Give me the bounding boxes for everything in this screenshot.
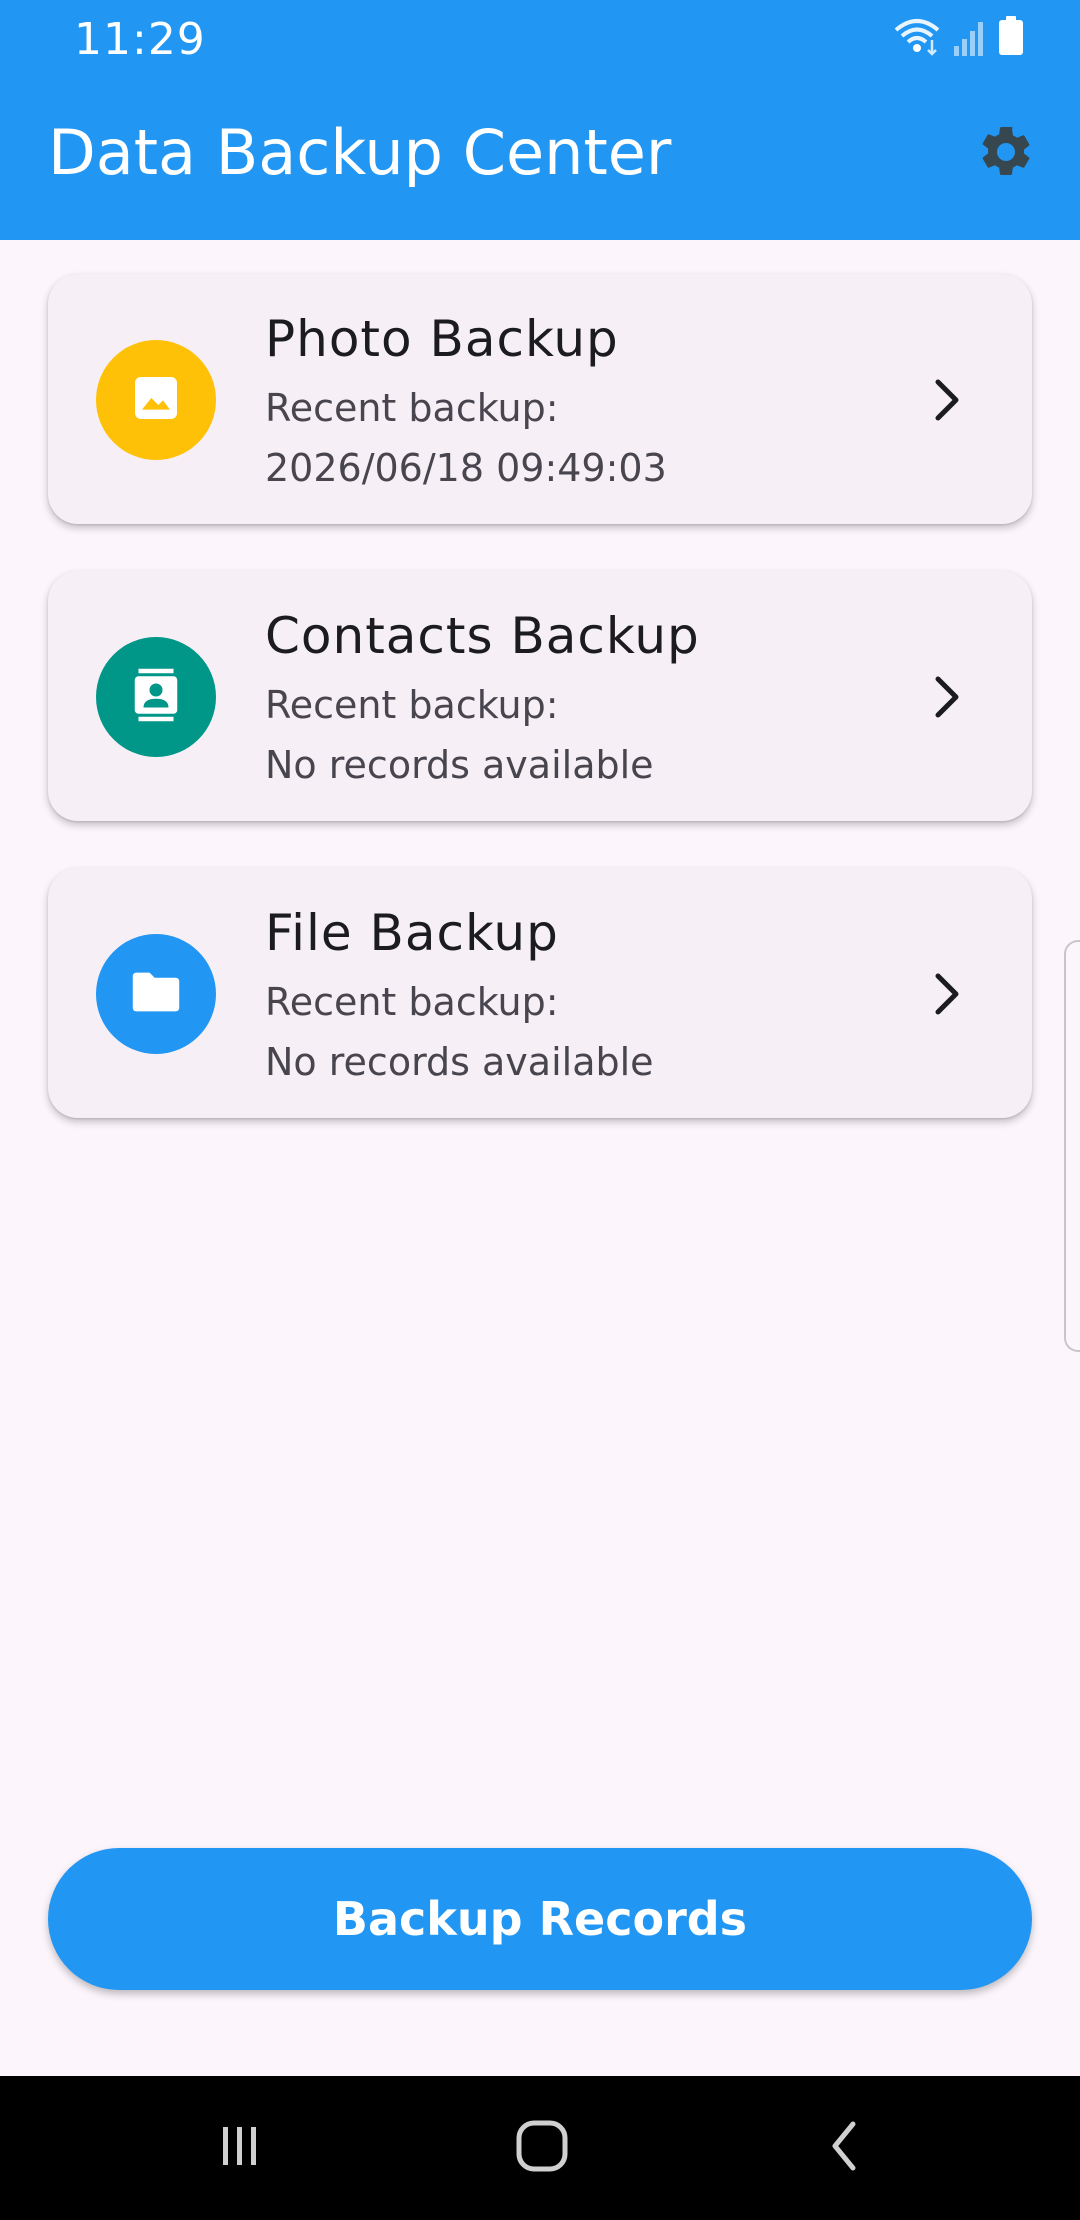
contact-icon [126, 665, 186, 730]
chevron-right-icon [916, 370, 976, 430]
card-subtitle-value: 2026/06/18 09:49:03 [265, 446, 667, 490]
photo-backup-card[interactable]: Photo Backup Recent backup: 2026/06/18 0… [48, 274, 1032, 524]
home-icon [514, 2118, 570, 2179]
recents-button[interactable] [190, 2098, 290, 2198]
back-button[interactable] [795, 2098, 895, 2198]
home-button[interactable] [492, 2098, 592, 2198]
card-title: Photo Backup [265, 310, 619, 368]
card-title: File Backup [265, 904, 559, 962]
status-icons [892, 16, 1024, 61]
contacts-backup-card[interactable]: Contacts Backup Recent backup: No record… [48, 571, 1032, 821]
card-subtitle-value: No records available [265, 1040, 654, 1084]
card-subtitle-label: Recent backup: [265, 683, 559, 727]
photo-backup-avatar [96, 340, 216, 460]
app-bar: 11:29 Data Backup Center [0, 0, 1080, 240]
chevron-right-icon [916, 667, 976, 727]
recents-icon [215, 2121, 265, 2176]
edge-panel-handle[interactable] [1064, 940, 1080, 1352]
card-subtitle-label: Recent backup: [265, 980, 559, 1024]
system-nav-bar [0, 2076, 1080, 2220]
card-title: Contacts Backup [265, 607, 700, 665]
back-icon [823, 2118, 867, 2179]
status-time: 11:29 [74, 14, 206, 65]
file-backup-card[interactable]: File Backup Recent backup: No records av… [48, 868, 1032, 1118]
gear-icon [976, 122, 1036, 187]
file-backup-avatar [96, 934, 216, 1054]
page-title: Data Backup Center [48, 116, 672, 189]
contacts-backup-avatar [96, 637, 216, 757]
card-subtitle-label: Recent backup: [265, 386, 559, 430]
settings-button[interactable] [976, 124, 1036, 184]
battery-icon [998, 16, 1024, 61]
signal-icon [952, 20, 988, 61]
wifi-icon [892, 16, 942, 61]
backup-records-button[interactable]: Backup Records [48, 1848, 1032, 1990]
card-subtitle-value: No records available [265, 743, 654, 787]
chevron-right-icon [916, 964, 976, 1024]
folder-icon [125, 961, 187, 1028]
image-icon [128, 370, 184, 431]
